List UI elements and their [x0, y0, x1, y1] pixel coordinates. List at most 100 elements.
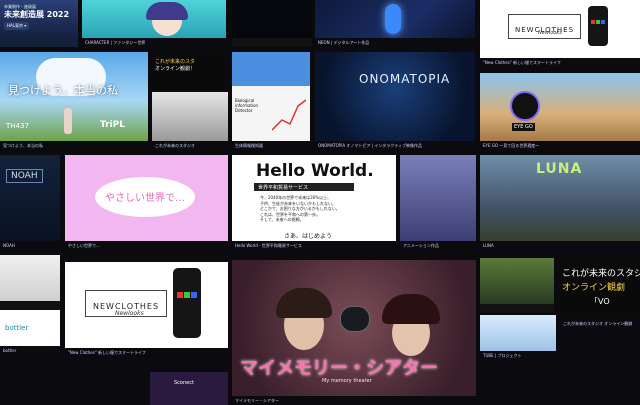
- tile-yasashii[interactable]: やさしい世界で… やさしい世界で…: [65, 155, 228, 250]
- tile-mymemory[interactable]: マイメモリー・シアター My memory theater マイメモリー・シアタ…: [232, 260, 476, 405]
- page-title: 未来創造展 2022: [4, 10, 70, 19]
- mymemory-subtitle: My memory theater: [322, 378, 372, 384]
- thumbnail: 見つけよう、本当の私 TH437 TriPL: [0, 52, 148, 141]
- thumbnail: [400, 155, 476, 241]
- hello-subtitle-bar: 世界平和貿易サービス: [254, 183, 354, 191]
- tile-snow[interactable]: TUBE | プロジェクト: [480, 315, 556, 360]
- online-text-2: オンライン観劇！: [155, 66, 196, 72]
- tile-hello[interactable]: Hello World. 世界平和貿易サービス 今、2040年の世界で未来は30…: [232, 155, 396, 250]
- sconect-brand: Sconect: [174, 380, 194, 386]
- character-hair: [146, 2, 188, 20]
- online-big-line-1: これが未来のスタジ: [562, 269, 640, 279]
- hello-subtitle: 世界平和貿易サービス: [258, 185, 309, 191]
- thumbnail: Biological information Detector: [232, 52, 310, 141]
- hello-title: Hello World.: [256, 161, 374, 181]
- girl-figure: [64, 108, 72, 134]
- tile-caption: CHARACTER | ファンタジー世界: [82, 38, 226, 47]
- tile-onomatopia[interactable]: ONOMATOPIA ONOMATOPIA オノマトピア | インタラクティブ映…: [315, 52, 475, 150]
- hello-body: 今、2040年の世界で未来は30%以上、 子供、生徒が未来をいないかもしれない。…: [260, 195, 340, 223]
- phone-icon: [173, 268, 201, 338]
- tile-character[interactable]: CHARACTER | ファンタジー世界: [82, 0, 226, 47]
- bio-chart-icon: [272, 99, 306, 131]
- bottler-brand: bottler: [5, 324, 29, 332]
- tile-caption: マイメモリー・シアター: [232, 396, 476, 405]
- tile-hero[interactable]: 見つけよう、本当の私 TH437 TriPL 見つけよう、本当の私: [0, 52, 148, 150]
- tile-noah[interactable]: NOAH NOAH: [0, 155, 60, 250]
- luna-title: LUNA: [536, 161, 583, 177]
- thumbnail: これが未来のスタジ オンライン観劇 「VO: [560, 258, 640, 319]
- mymemory-title: マイメモリー・シアター: [240, 358, 438, 379]
- neon-figure: [385, 4, 401, 34]
- robot-icon: [340, 306, 370, 332]
- tile-caption: 見つけよう、本当の私: [0, 141, 148, 150]
- hello-body-line: 今、2040年の世界で未来は30%以上、: [260, 195, 332, 200]
- tile-bio[interactable]: Biological information Detector 生体情報検知器: [232, 52, 310, 150]
- tile-anime-small[interactable]: アニメーション作品: [400, 155, 476, 250]
- tile-caption: これが未来のスタジオ オンライン観劇: [560, 319, 640, 328]
- thumbnail: やさしい世界で…: [65, 155, 228, 241]
- thumbnail: マイメモリー・シアター My memory theater: [232, 260, 476, 396]
- thumbnail: Hello World. 世界平和貿易サービス 今、2040年の世界で未来は30…: [232, 155, 396, 241]
- hello-cta: さあ、はじめよう: [284, 233, 333, 240]
- tile-caption: bottler: [0, 346, 60, 355]
- tile-caption: 生体情報検知器: [232, 141, 310, 150]
- tile-newclothes-big[interactable]: NEWCLOTHES Newlooks "New Clothes" 新しい服でス…: [65, 262, 228, 357]
- boy-hair: [276, 288, 332, 318]
- tile-caption: これが未来のスタジオ: [152, 141, 228, 150]
- bio-title: Biological information Detector: [235, 98, 259, 113]
- online-text-1: これが未来のスタ: [155, 59, 196, 65]
- hello-body-line: そして、未来への挑戦。: [260, 217, 304, 222]
- tile-caption: "New Clothes" 新しい服でスマートライフ: [65, 348, 228, 357]
- thumbnail: [232, 0, 312, 38]
- thumbnail: [480, 315, 556, 351]
- thumbnail: NOAH: [0, 155, 60, 241]
- girl-hair: [382, 294, 440, 324]
- noah-title: NOAH: [6, 169, 43, 183]
- tile-header[interactable]: 卒業制作・進級展 未来創造展 2022 HAL東京 ▾: [0, 0, 78, 47]
- thumbnail: EYE GO: [480, 73, 640, 141]
- tile-luna[interactable]: LUNA LUNA: [480, 155, 640, 250]
- thumbnail: [480, 258, 554, 304]
- hero-brand: TriPL: [100, 120, 126, 130]
- location-badge[interactable]: HAL東京 ▾: [4, 22, 30, 30]
- phone-icon: [588, 6, 608, 46]
- location-badge-label: HAL東京: [7, 23, 23, 28]
- eyego-lens-icon: [510, 91, 540, 121]
- tile-caption: EYE GO ～見て回る世界遺産～: [480, 141, 640, 150]
- eyego-label: EYE GO: [512, 123, 535, 131]
- thumbnail: ONOMATOPIA: [315, 52, 475, 141]
- thumbnail: [82, 0, 226, 38]
- thumbnail: Sconect: [150, 372, 228, 405]
- newclothes-script: Newlooks: [115, 310, 144, 317]
- thumbnail: LUNA: [480, 155, 640, 241]
- tile-caption: NOAH: [0, 241, 60, 250]
- tile-caption: NEON | デジタルアート作品: [315, 38, 475, 47]
- tile-neon[interactable]: NEON | デジタルアート作品: [315, 0, 475, 47]
- tile-caption: "New Clothes" 新しい服でスマートライフ: [480, 58, 640, 67]
- room-render: [152, 92, 228, 141]
- tile-dark-1[interactable]: [232, 0, 312, 47]
- yasashii-text: やさしい世界で…: [105, 193, 185, 204]
- thumbnail: これが未来のスタ オンライン観劇！: [152, 52, 228, 141]
- tile-eyego[interactable]: EYE GO EYE GO ～見て回る世界遺産～: [480, 73, 640, 150]
- tile-newclothes-small[interactable]: NEWCLOTHES Newlooks "New Clothes" 新しい服でス…: [480, 0, 640, 67]
- newclothes-script: Newlooks: [538, 30, 562, 36]
- tile-game[interactable]: [480, 258, 554, 313]
- tile-bottler[interactable]: bottler bottler: [0, 310, 60, 355]
- thumbnail: [0, 255, 60, 301]
- tile-caption: LUNA: [480, 241, 640, 250]
- thumbnail: 卒業制作・進級展 未来創造展 2022 HAL東京 ▾: [0, 0, 78, 38]
- thumbnail: bottler: [0, 310, 60, 346]
- tile-caption: ONOMATOPIA オノマトピア | インタラクティブ映像作品: [315, 141, 475, 150]
- tile-purple-bottom[interactable]: Sconect: [150, 372, 228, 405]
- online-big-line-2: オンライン観劇: [562, 283, 626, 293]
- hello-body-line: どこかで、お困りな方がいるかもしれない。: [260, 206, 340, 211]
- tile-online-small[interactable]: これが未来のスタ オンライン観劇！ これが未来のスタジオ: [152, 52, 228, 150]
- onomatopia-title: ONOMATOPIA: [359, 72, 451, 86]
- thumbnail: [315, 0, 475, 38]
- tile-online-big[interactable]: これが未来のスタジ オンライン観劇 「VO これが未来のスタジオ オンライン観劇: [560, 258, 640, 328]
- thumbnail: NEWCLOTHES Newlooks: [65, 262, 228, 348]
- tile-caption: Hello World - 世界平和貿易サービス: [232, 241, 396, 250]
- tile-room[interactable]: [0, 255, 60, 310]
- hero-team: TH437: [6, 122, 29, 130]
